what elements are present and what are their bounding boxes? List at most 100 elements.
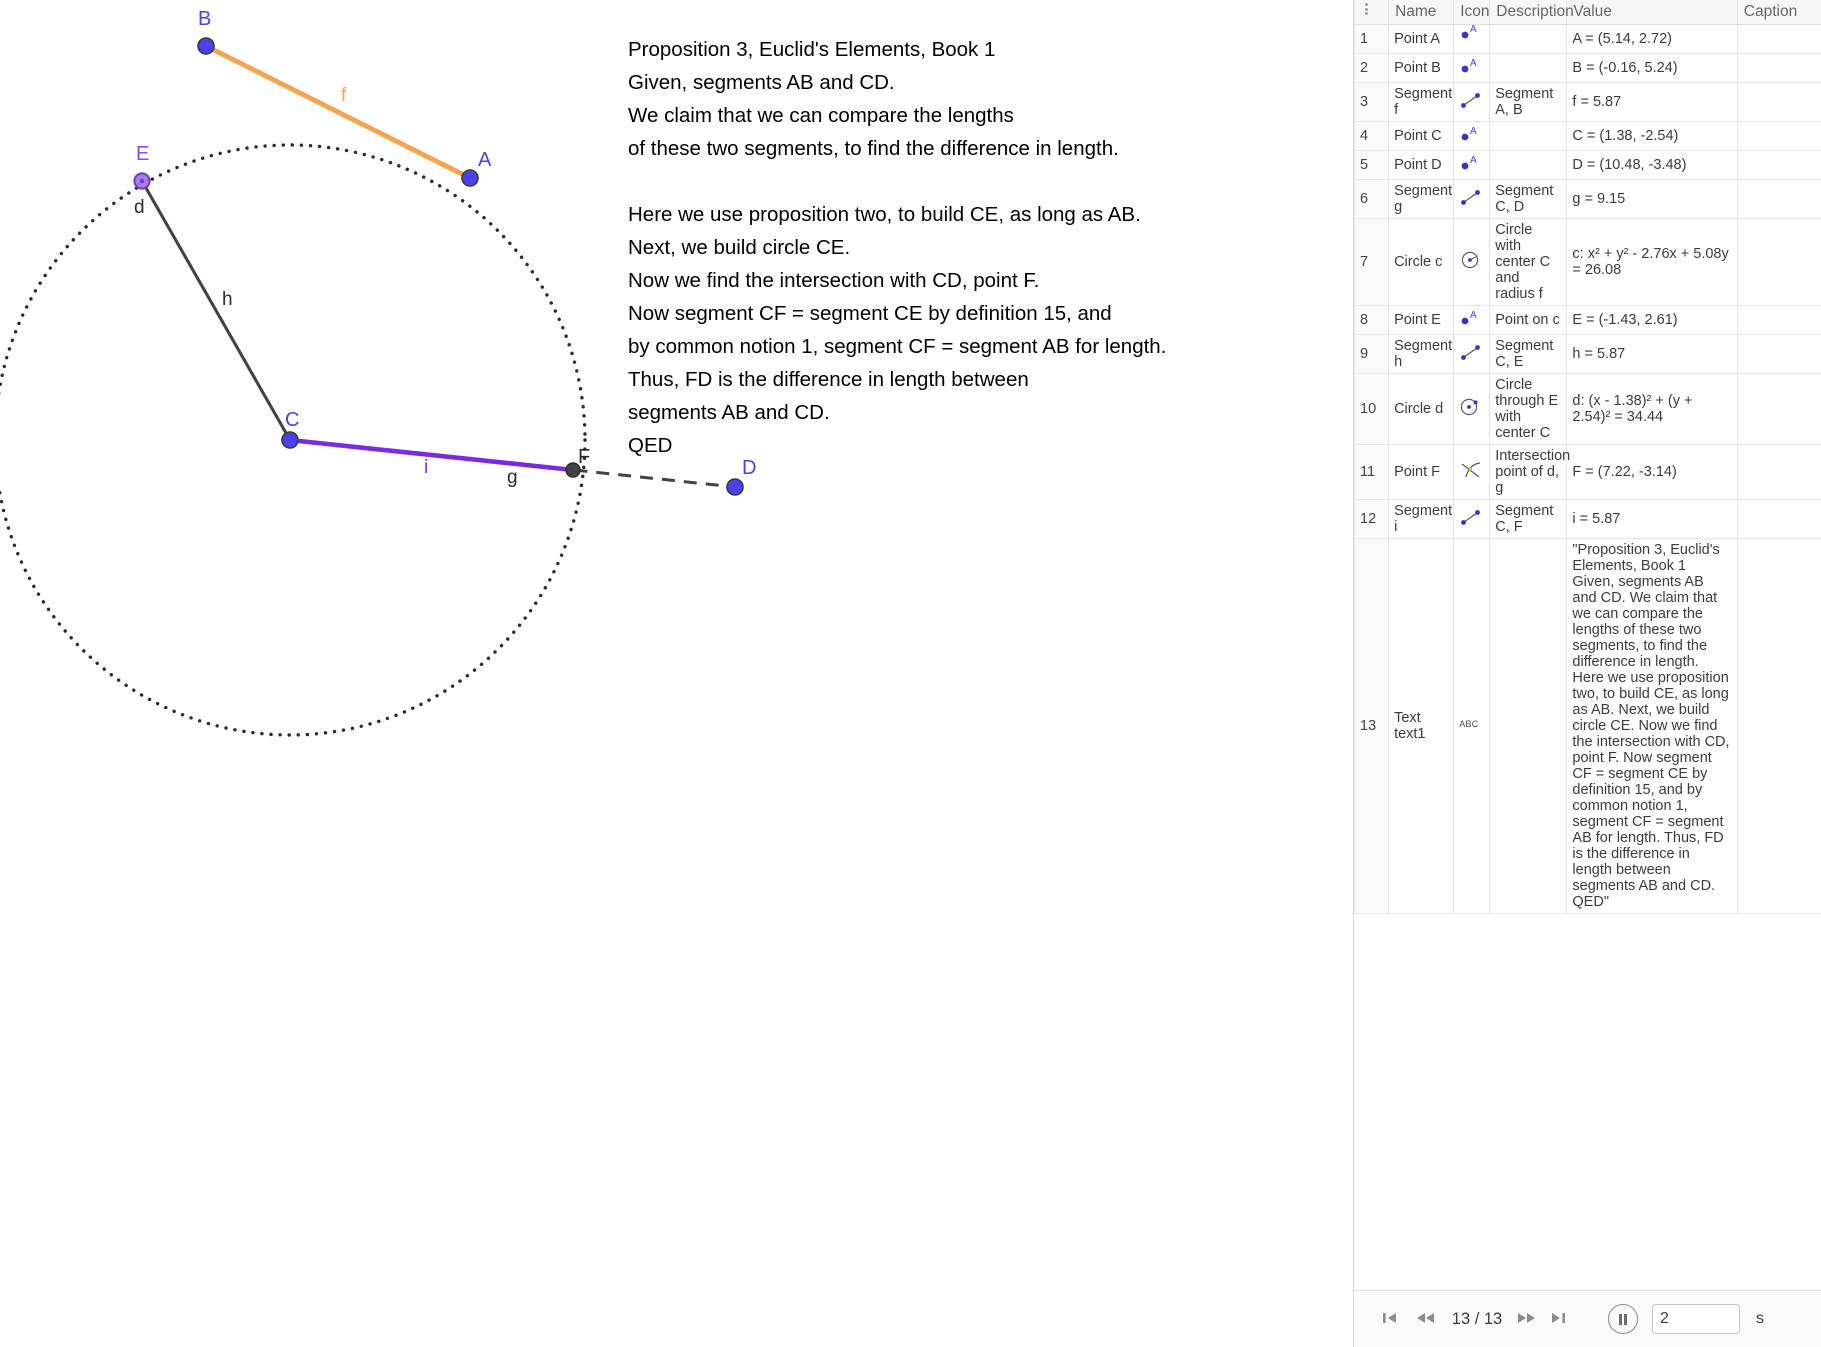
row-icon: A bbox=[1453, 149, 1491, 180]
table-row[interactable]: 9 Segment h Segment C, E h = 5.87 bbox=[1354, 333, 1821, 374]
row-description: Segment C, E bbox=[1489, 333, 1568, 374]
segment-i[interactable] bbox=[289, 437, 574, 473]
intersect-icon bbox=[1459, 461, 1485, 479]
header-value[interactable]: Value bbox=[1566, 0, 1738, 25]
row-caption[interactable] bbox=[1736, 333, 1821, 374]
graphics-view[interactable]: B A E C D F f d h i g Proposition 3, Euc… bbox=[0, 0, 1353, 1347]
table-row[interactable]: 7 Circle c Circle with center C and radi… bbox=[1354, 217, 1821, 306]
row-caption[interactable] bbox=[1736, 304, 1821, 335]
proof-text-object[interactable]: Proposition 3, Euclid's Elements, Book 1… bbox=[628, 33, 1268, 462]
skip-last-icon bbox=[1550, 1310, 1572, 1329]
table-row[interactable]: 13 Text text1 ABC "Proposition 3, Euclid… bbox=[1354, 537, 1821, 914]
row-name[interactable]: Segment f bbox=[1388, 81, 1455, 122]
table-body: 1 Point A A A = (5.14, 2.72) 2 Point B A… bbox=[1354, 23, 1821, 914]
row-value[interactable]: D = (10.48, -3.48) bbox=[1566, 149, 1738, 180]
header-icon[interactable]: Icon bbox=[1453, 0, 1491, 25]
row-icon: A bbox=[1453, 120, 1491, 151]
row-value[interactable]: "Proposition 3, Euclid's Elements, Book … bbox=[1566, 537, 1738, 914]
step-forward-button[interactable] bbox=[1510, 1304, 1544, 1334]
row-value[interactable]: B = (-0.16, 5.24) bbox=[1566, 52, 1738, 83]
pause-button[interactable] bbox=[1608, 1304, 1638, 1334]
row-caption[interactable] bbox=[1736, 537, 1821, 914]
segment-f[interactable] bbox=[204, 43, 472, 181]
row-icon: ABC bbox=[1453, 537, 1491, 914]
row-icon bbox=[1453, 178, 1491, 219]
point-D[interactable] bbox=[726, 478, 744, 496]
step-back-button[interactable] bbox=[1410, 1304, 1444, 1334]
header-name[interactable]: Name bbox=[1388, 0, 1455, 25]
row-number: 4 bbox=[1354, 120, 1390, 151]
table-row[interactable]: 5 Point D A D = (10.48, -3.48) bbox=[1354, 149, 1821, 180]
row-value[interactable]: h = 5.87 bbox=[1566, 333, 1738, 374]
segment-h[interactable] bbox=[140, 180, 292, 441]
row-value[interactable]: F = (7.22, -3.14) bbox=[1566, 443, 1738, 500]
skip-to-last-button[interactable] bbox=[1544, 1304, 1578, 1334]
svg-text:A: A bbox=[1470, 24, 1477, 35]
table-row[interactable]: 8 Point E A Point on c E = (-1.43, 2.61) bbox=[1354, 304, 1821, 335]
row-value[interactable]: f = 5.87 bbox=[1566, 81, 1738, 122]
point-C[interactable] bbox=[281, 431, 299, 449]
row-number: 9 bbox=[1354, 333, 1390, 374]
row-name[interactable]: Segment i bbox=[1388, 498, 1455, 539]
row-name[interactable]: Circle c bbox=[1388, 217, 1455, 306]
row-caption[interactable] bbox=[1736, 23, 1821, 54]
row-name[interactable]: Point A bbox=[1388, 23, 1455, 54]
table-row[interactable]: 2 Point B A B = (-0.16, 5.24) bbox=[1354, 52, 1821, 83]
row-name[interactable]: Point F bbox=[1388, 443, 1455, 500]
point-icon: A bbox=[1459, 57, 1485, 75]
row-value[interactable]: d: (x - 1.38)² + (y + 2.54)² = 34.44 bbox=[1566, 372, 1738, 445]
row-value[interactable]: E = (-1.43, 2.61) bbox=[1566, 304, 1738, 335]
row-description bbox=[1489, 149, 1568, 180]
row-icon bbox=[1453, 372, 1491, 445]
label-g: g bbox=[507, 467, 518, 488]
label-E: E bbox=[136, 143, 149, 165]
segment-icon bbox=[1459, 508, 1485, 526]
header-description[interactable]: Description bbox=[1489, 0, 1574, 25]
row-name[interactable]: Circle d bbox=[1388, 372, 1455, 445]
row-caption[interactable] bbox=[1736, 120, 1821, 151]
table-scroll-area[interactable]: Name Icon Description Value Caption 1 Po… bbox=[1354, 0, 1821, 1290]
row-name[interactable]: Segment h bbox=[1388, 333, 1455, 374]
label-i: i bbox=[424, 457, 428, 478]
header-caption[interactable]: Caption bbox=[1736, 0, 1821, 25]
table-header-row: Name Icon Description Value Caption bbox=[1354, 0, 1821, 25]
row-name[interactable]: Point C bbox=[1388, 120, 1455, 151]
row-name[interactable]: Text text1 bbox=[1388, 537, 1455, 914]
table-row[interactable]: 11 Point F Intersection point of d, g F … bbox=[1354, 443, 1821, 500]
row-caption[interactable] bbox=[1736, 52, 1821, 83]
table-row[interactable]: 12 Segment i Segment C, F i = 5.87 bbox=[1354, 498, 1821, 539]
row-name[interactable]: Point B bbox=[1388, 52, 1455, 83]
table-row[interactable]: 6 Segment g Segment C, D g = 9.15 bbox=[1354, 178, 1821, 219]
table-row[interactable]: 10 Circle d Circle through E with center… bbox=[1354, 372, 1821, 445]
row-caption[interactable] bbox=[1736, 149, 1821, 180]
row-caption[interactable] bbox=[1736, 372, 1821, 445]
skip-to-first-button[interactable] bbox=[1376, 1304, 1410, 1334]
geogebra-app: B A E C D F f d h i g Proposition 3, Euc… bbox=[0, 0, 1821, 1347]
row-value[interactable]: c: x² + y² - 2.76x + 5.08y = 26.08 bbox=[1566, 217, 1738, 306]
row-caption[interactable] bbox=[1736, 81, 1821, 122]
row-caption[interactable] bbox=[1736, 443, 1821, 500]
row-caption[interactable] bbox=[1736, 178, 1821, 219]
row-value[interactable]: g = 9.15 bbox=[1566, 178, 1738, 219]
table-row[interactable]: 3 Segment f Segment A, B f = 5.87 bbox=[1354, 81, 1821, 122]
row-name[interactable]: Point D bbox=[1388, 149, 1455, 180]
label-h: h bbox=[222, 289, 233, 310]
row-name[interactable]: Segment g bbox=[1388, 178, 1455, 219]
row-name[interactable]: Point E bbox=[1388, 304, 1455, 335]
row-value[interactable]: C = (1.38, -2.54) bbox=[1566, 120, 1738, 151]
label-d: d bbox=[134, 197, 145, 218]
row-description bbox=[1489, 537, 1568, 914]
row-caption[interactable] bbox=[1736, 217, 1821, 306]
table-row[interactable]: 1 Point A A A = (5.14, 2.72) bbox=[1354, 23, 1821, 54]
point-E-center-dot bbox=[139, 178, 145, 184]
row-caption[interactable] bbox=[1736, 498, 1821, 539]
point-A[interactable] bbox=[461, 169, 479, 187]
playback-speed-input[interactable] bbox=[1652, 1304, 1740, 1334]
row-value[interactable]: A = (5.14, 2.72) bbox=[1566, 23, 1738, 54]
label-C: C bbox=[285, 409, 299, 431]
point-icon: A bbox=[1459, 154, 1485, 172]
row-value[interactable]: i = 5.87 bbox=[1566, 498, 1738, 539]
table-row[interactable]: 4 Point C A C = (1.38, -2.54) bbox=[1354, 120, 1821, 151]
point-B[interactable] bbox=[197, 37, 215, 55]
header-drag-handle[interactable] bbox=[1354, 0, 1390, 25]
